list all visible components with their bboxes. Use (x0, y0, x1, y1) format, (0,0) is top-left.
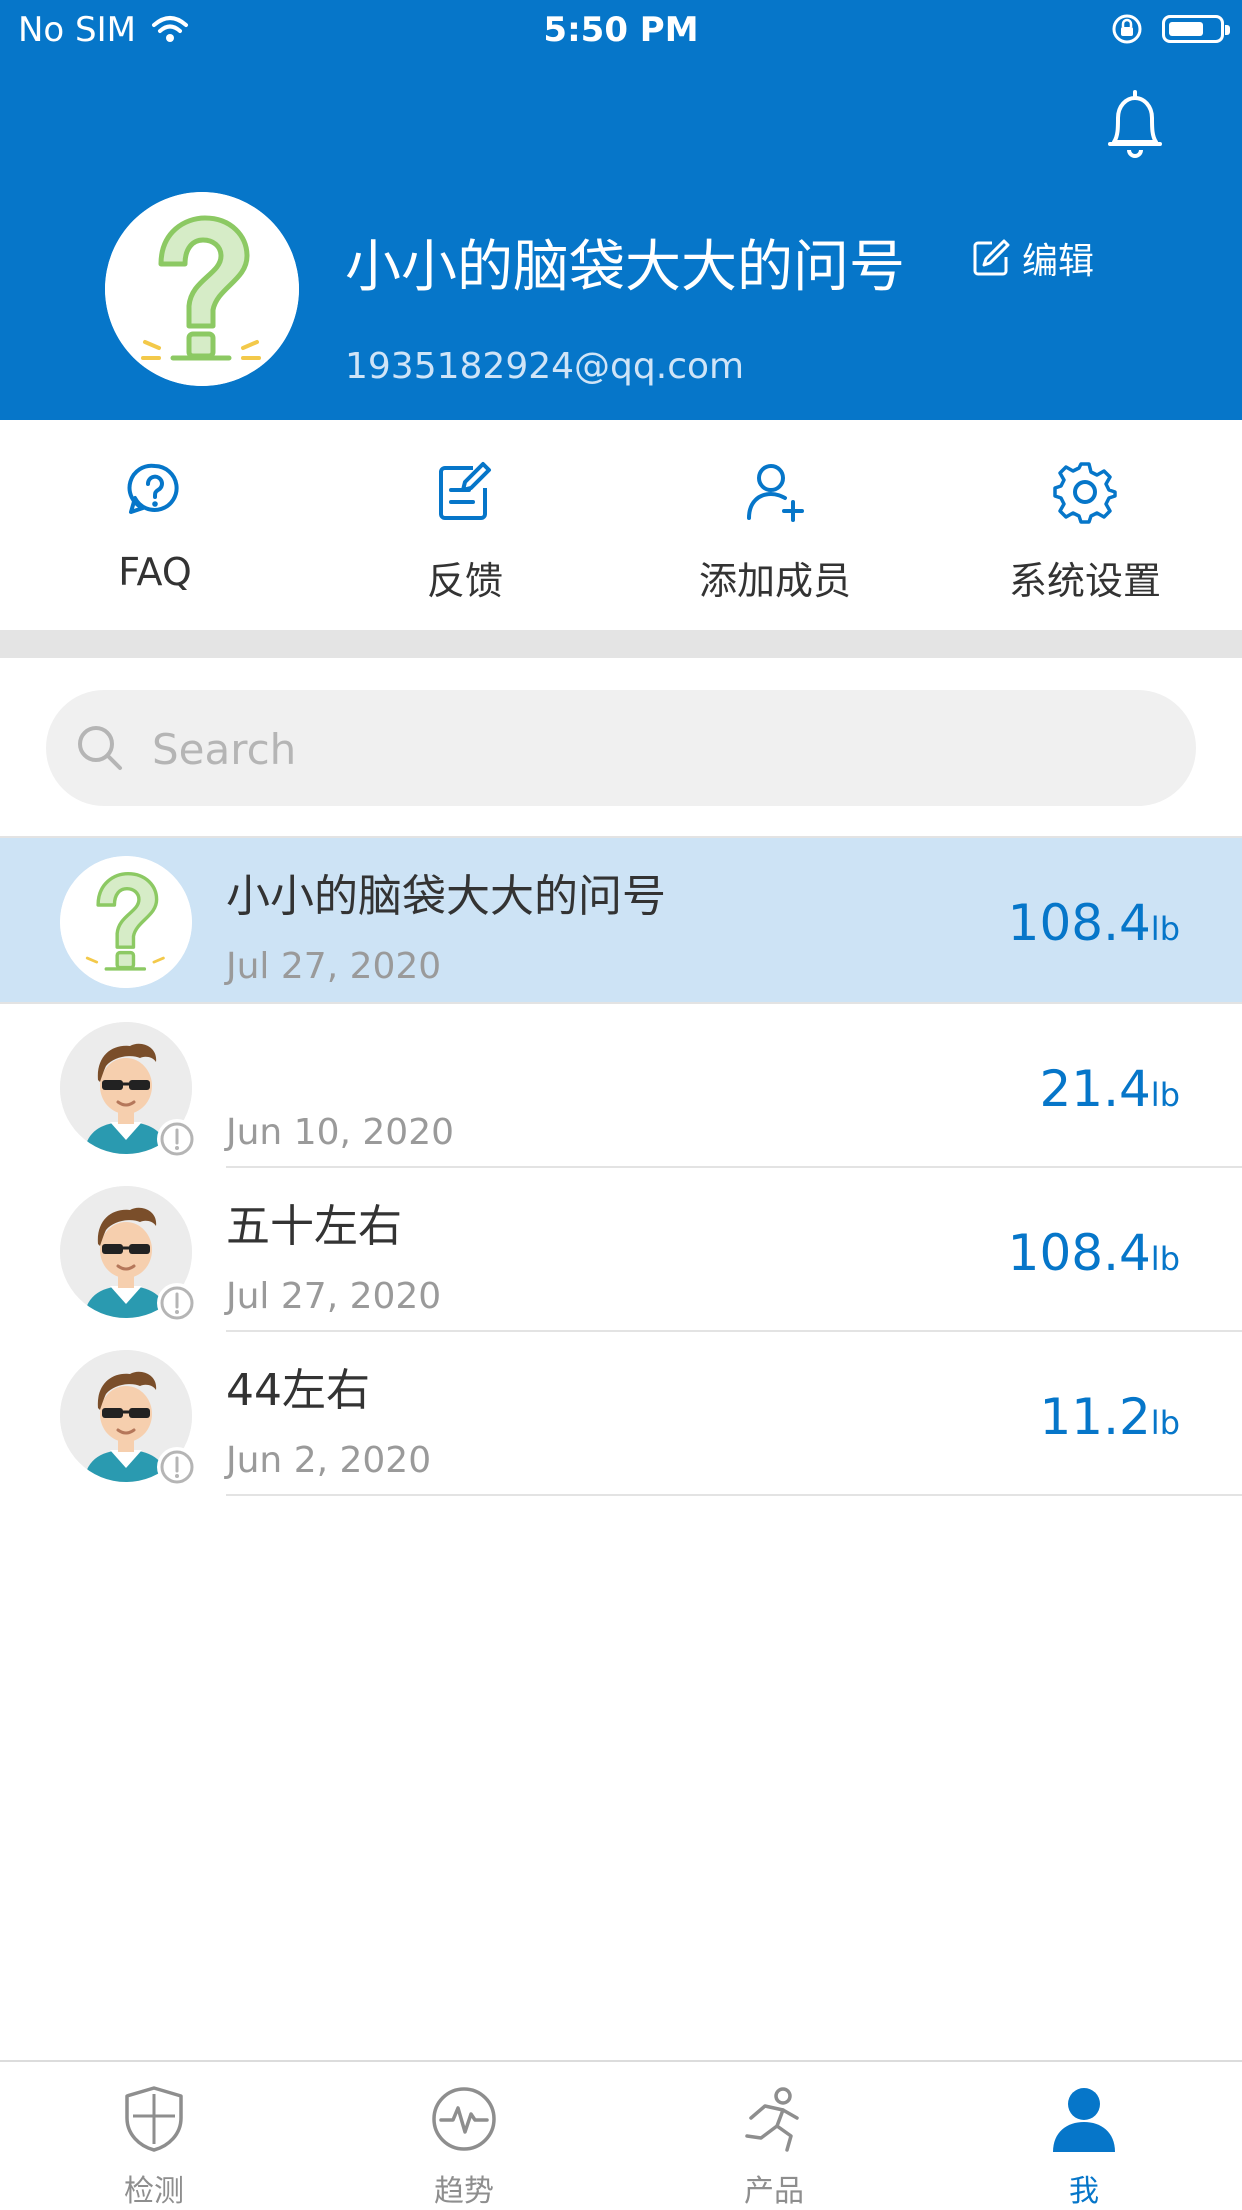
member-weight: 11.2lb (1039, 1388, 1180, 1446)
member-weight: 21.4lb (1039, 1060, 1180, 1118)
weight-value: 108.4 (1007, 1224, 1151, 1282)
tab-bar: 检测 趋势 产品 我 (0, 2060, 1242, 2210)
member-name: 小小的脑袋大大的问号 (226, 871, 666, 922)
tab-me[interactable]: 我 (984, 2084, 1184, 2210)
search-bar[interactable] (46, 690, 1196, 806)
row-divider (226, 1494, 1242, 1496)
tab-label: 检测 (124, 2174, 184, 2209)
add-member-icon (747, 464, 804, 522)
section-divider (0, 630, 1242, 658)
shield-icon (125, 2086, 183, 2152)
quick-actions: FAQ 反馈 添加成员 系统设置 (0, 420, 1242, 630)
member-row[interactable]: 小小的脑袋大大的问号 Jul 27, 2020 108.4lb (0, 838, 1242, 1002)
tab-label: 趋势 (434, 2174, 494, 2209)
member-date: Jun 10, 2020 (226, 1112, 455, 1153)
info-icon (160, 1286, 194, 1320)
feedback-button[interactable]: 反馈 (310, 460, 620, 605)
tab-trend[interactable]: 趋势 (364, 2084, 564, 2210)
member-name: 五十左右 (226, 1201, 402, 1252)
edit-profile-button[interactable]: 编辑 (970, 232, 1094, 284)
feedback-icon (439, 462, 491, 520)
profile-email: 1935182924@qq.com (345, 346, 745, 387)
info-icon (160, 1450, 194, 1484)
weight-value: 108.4 (1007, 894, 1151, 952)
runner-icon (745, 2087, 799, 2152)
settings-button[interactable]: 系统设置 (930, 460, 1240, 605)
member-row[interactable]: 44左右 Jun 2, 2020 11.2lb (0, 1332, 1242, 1496)
person-icon (1053, 2088, 1115, 2152)
faq-icon (127, 463, 179, 514)
info-badge (157, 1283, 197, 1323)
member-name: 44左右 (226, 1365, 370, 1416)
faq-label: FAQ (118, 550, 192, 594)
status-time: 5:50 PM (543, 10, 699, 50)
weight-value: 21.4 (1039, 1060, 1151, 1118)
info-badge (157, 1447, 197, 1487)
tab-product[interactable]: 产品 (674, 2084, 874, 2210)
weight-unit: lb (1150, 1404, 1180, 1442)
profile-avatar[interactable] (105, 192, 299, 386)
member-date: Jun 2, 2020 (226, 1440, 432, 1481)
faq-button[interactable]: FAQ (0, 460, 310, 594)
profile-name: 小小的脑袋大大的问号 (345, 235, 905, 300)
member-row[interactable]: 五十左右 Jul 27, 2020 108.4lb (0, 1168, 1242, 1332)
weight-unit: lb (1150, 1240, 1180, 1278)
tab-label: 产品 (744, 2174, 804, 2209)
info-badge (157, 1119, 197, 1159)
search-icon (78, 726, 122, 770)
member-weight: 108.4lb (1008, 894, 1180, 952)
tab-detect[interactable]: 检测 (54, 2084, 254, 2210)
add-member-button[interactable]: 添加成员 (620, 460, 930, 605)
orientation-lock-icon (1112, 14, 1142, 44)
feedback-label: 反馈 (426, 559, 503, 603)
question-mark-avatar-icon (60, 856, 192, 988)
battery-icon (1162, 15, 1230, 43)
weight-unit: lb (1150, 1076, 1180, 1114)
settings-label: 系统设置 (1008, 559, 1161, 603)
settings-icon (1053, 462, 1117, 524)
member-date: Jul 27, 2020 (226, 1276, 442, 1317)
member-avatar (60, 856, 192, 988)
edit-icon (973, 239, 1010, 276)
pulse-icon (432, 2087, 496, 2151)
tab-label: 我 (1069, 2174, 1099, 2209)
member-row[interactable]: Jun 10, 2020 21.4lb (0, 1004, 1242, 1168)
member-date: Jul 27, 2020 (226, 946, 442, 987)
weight-unit: lb (1150, 910, 1180, 948)
info-icon (160, 1122, 194, 1156)
status-indicators (1110, 12, 1230, 46)
weight-value: 11.2 (1039, 1388, 1151, 1446)
question-mark-avatar-icon (105, 192, 299, 386)
edit-label: 编辑 (1022, 241, 1095, 282)
search-input[interactable] (150, 716, 1154, 782)
member-weight: 108.4lb (1008, 1224, 1180, 1282)
profile-header: No SIM 5:50 PM 小小的脑袋大大的问号 编辑 1935182924@… (0, 0, 1242, 420)
add-member-label: 添加成员 (698, 559, 851, 603)
notification-bell-icon[interactable] (1100, 86, 1170, 162)
